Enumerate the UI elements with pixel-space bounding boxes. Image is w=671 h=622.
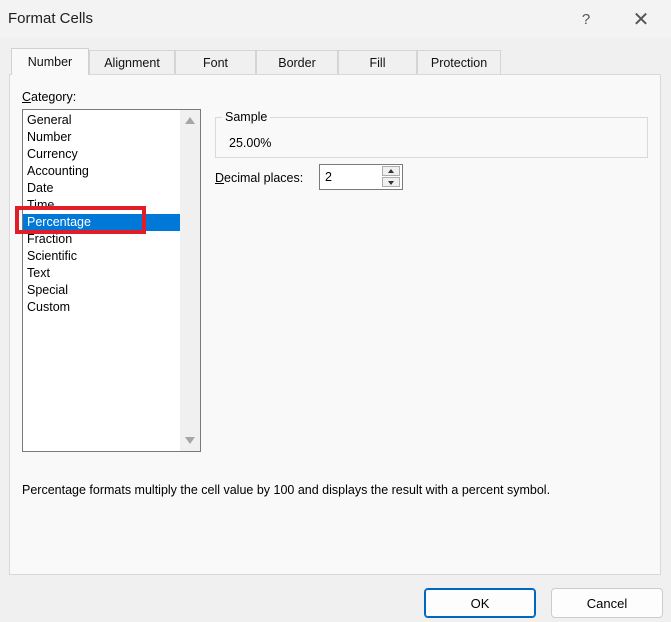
ok-button[interactable]: OK — [424, 588, 536, 618]
tab-fill[interactable]: Fill — [338, 50, 417, 74]
help-icon[interactable]: ? — [566, 6, 606, 32]
category-item-fraction[interactable]: Fraction — [23, 231, 180, 248]
decimal-places-label: Decimal places: — [215, 171, 303, 185]
category-item-scientific[interactable]: Scientific — [23, 248, 180, 265]
category-item-currency[interactable]: Currency — [23, 146, 180, 163]
sample-group — [215, 117, 648, 158]
category-item-date[interactable]: Date — [23, 180, 180, 197]
cancel-button[interactable]: Cancel — [551, 588, 663, 618]
category-item-time[interactable]: Time — [23, 197, 180, 214]
sample-value: 25.00% — [229, 136, 272, 150]
stepper-up-icon[interactable] — [382, 166, 400, 176]
category-label-accel: C — [22, 90, 32, 104]
category-listbox[interactable]: General Number Currency Accounting Date … — [22, 109, 201, 452]
decimal-places-stepper[interactable]: 2 — [319, 164, 403, 190]
scroll-up-arrow-icon[interactable] — [185, 117, 195, 124]
format-description: Percentage formats multiply the cell val… — [22, 483, 551, 497]
decimal-places-label-accel: D — [215, 171, 225, 185]
tab-protection[interactable]: Protection — [417, 50, 501, 74]
decimal-places-input[interactable]: 2 — [325, 170, 332, 184]
category-item-accounting[interactable]: Accounting — [23, 163, 180, 180]
decimal-places-label-text: ecimal places: — [224, 171, 304, 185]
category-item-general[interactable]: General — [23, 112, 180, 129]
category-item-special[interactable]: Special — [23, 282, 180, 299]
tab-number[interactable]: Number — [11, 48, 89, 75]
category-item-number[interactable]: Number — [23, 129, 180, 146]
tab-alignment[interactable]: Alignment — [89, 50, 175, 74]
tab-border[interactable]: Border — [256, 50, 338, 74]
scroll-down-arrow-icon[interactable] — [185, 437, 195, 444]
dialog-title: Format Cells — [8, 10, 94, 27]
category-label-text: ategory: — [31, 90, 77, 104]
title-bar: Format Cells ? ✕ — [0, 0, 671, 38]
stepper-down-icon[interactable] — [382, 177, 400, 187]
stepper-buttons — [382, 166, 400, 188]
sample-label: Sample — [222, 110, 271, 124]
category-list: General Number Currency Accounting Date … — [23, 112, 180, 316]
category-label: Category: — [22, 90, 76, 104]
category-scrollbar[interactable] — [180, 110, 200, 451]
close-icon[interactable]: ✕ — [621, 6, 661, 32]
category-item-percentage[interactable]: Percentage — [23, 214, 180, 231]
tab-font[interactable]: Font — [175, 50, 256, 74]
category-item-text[interactable]: Text — [23, 265, 180, 282]
tab-strip: Number Alignment Font Border Fill Protec… — [11, 48, 501, 75]
category-item-custom[interactable]: Custom — [23, 299, 180, 316]
